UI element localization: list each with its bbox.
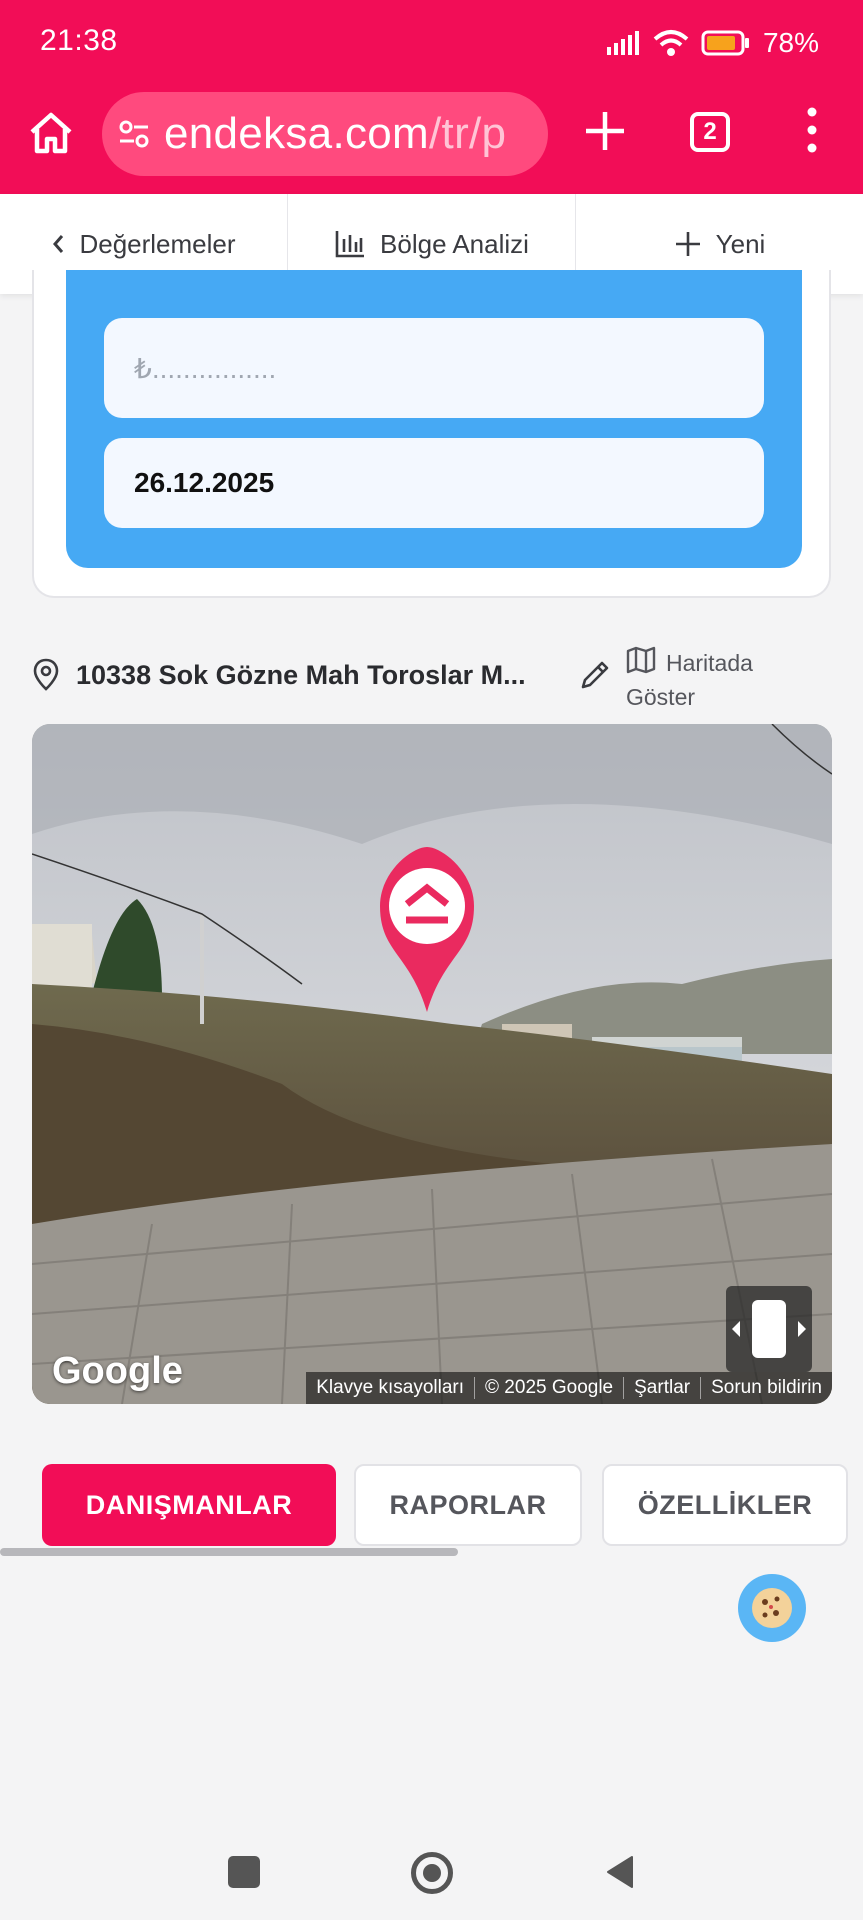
plus-icon: [675, 232, 700, 256]
edit-pencil-icon[interactable]: [578, 658, 612, 692]
tab-danismanlar[interactable]: DANIŞMANLAR: [42, 1464, 336, 1546]
status-time: 21:38: [40, 24, 118, 57]
tab-ozellikler[interactable]: ÖZELLİKLER: [602, 1464, 848, 1546]
bar-chart-icon: [335, 231, 365, 258]
wifi-icon: [653, 30, 689, 56]
site-settings-icon[interactable]: [118, 118, 150, 150]
attribution-terms[interactable]: Şartlar: [624, 1377, 702, 1399]
home-button-icon[interactable]: [411, 1852, 453, 1894]
location-pin-icon: [33, 658, 59, 691]
battery-percentage: 78%: [762, 27, 819, 58]
show-on-map-button[interactable]: Haritada Göster: [626, 642, 826, 712]
attribution-copyright: © 2025 Google: [475, 1377, 625, 1399]
overflow-menu-icon[interactable]: [800, 104, 824, 156]
cookie-icon: [752, 1588, 792, 1628]
attribution-report[interactable]: Sorun bildirin: [701, 1377, 832, 1399]
price-input[interactable]: ₺................: [104, 318, 764, 418]
nav-new-label: Yeni: [715, 228, 766, 259]
recents-icon[interactable]: [228, 1856, 260, 1888]
battery-icon: [701, 30, 749, 56]
address-text: 10338 Sok Gözne Mah Toroslar M...: [76, 660, 526, 690]
rotate-control-icon[interactable]: [726, 1286, 812, 1372]
cookie-settings-button[interactable]: [738, 1574, 806, 1642]
address-row: 10338 Sok Gözne Mah Toroslar M... Harita…: [32, 640, 832, 716]
url-text: endeksa.com/tr/p: [164, 109, 506, 159]
phone-rotate-icon: [732, 1300, 806, 1358]
home-icon[interactable]: [26, 108, 76, 158]
browser-toolbar: endeksa.com/tr/p 2: [0, 90, 863, 180]
attribution-keyboard[interactable]: Klavye kısayolları: [306, 1377, 476, 1399]
valuation-card: ₺................ 26.12.2025: [32, 270, 831, 598]
horizontal-scrollbar[interactable]: [0, 1548, 458, 1556]
new-tab-icon[interactable]: [582, 108, 628, 154]
date-input[interactable]: 26.12.2025: [104, 438, 764, 528]
browser-chrome: 21:38 78% endeksa.com/tr/p 2: [0, 0, 863, 194]
tabs-icon[interactable]: 2: [690, 112, 730, 152]
section-tabs: DANIŞMANLAR RAPORLAR ÖZELLİKLER: [0, 1464, 863, 1554]
url-path: /tr/p: [429, 109, 507, 158]
system-navigation-bar: [0, 1820, 863, 1920]
google-logo: Google: [52, 1350, 183, 1392]
nav-analysis-label: Bölge Analizi: [380, 228, 529, 259]
status-icons: 78%: [605, 24, 819, 62]
url-domain: endeksa.com: [164, 109, 430, 158]
show-on-map-label: Haritada Göster: [626, 650, 753, 710]
tab-raporlar[interactable]: RAPORLAR: [354, 1464, 582, 1546]
nav-back-label: Değerlemeler: [79, 228, 236, 259]
street-view-image: [32, 724, 832, 1404]
street-view-panel[interactable]: Google Klavye kısayolları © 2025 Google …: [32, 724, 832, 1404]
back-icon[interactable]: [604, 1854, 636, 1890]
form-panel: ₺................ 26.12.2025: [66, 270, 802, 568]
map-attribution: Klavye kısayolları © 2025 Google Şartlar…: [306, 1372, 832, 1404]
address-bar[interactable]: endeksa.com/tr/p: [102, 92, 548, 176]
signal-icon: [606, 31, 639, 55]
chevron-left-icon: [53, 235, 64, 253]
